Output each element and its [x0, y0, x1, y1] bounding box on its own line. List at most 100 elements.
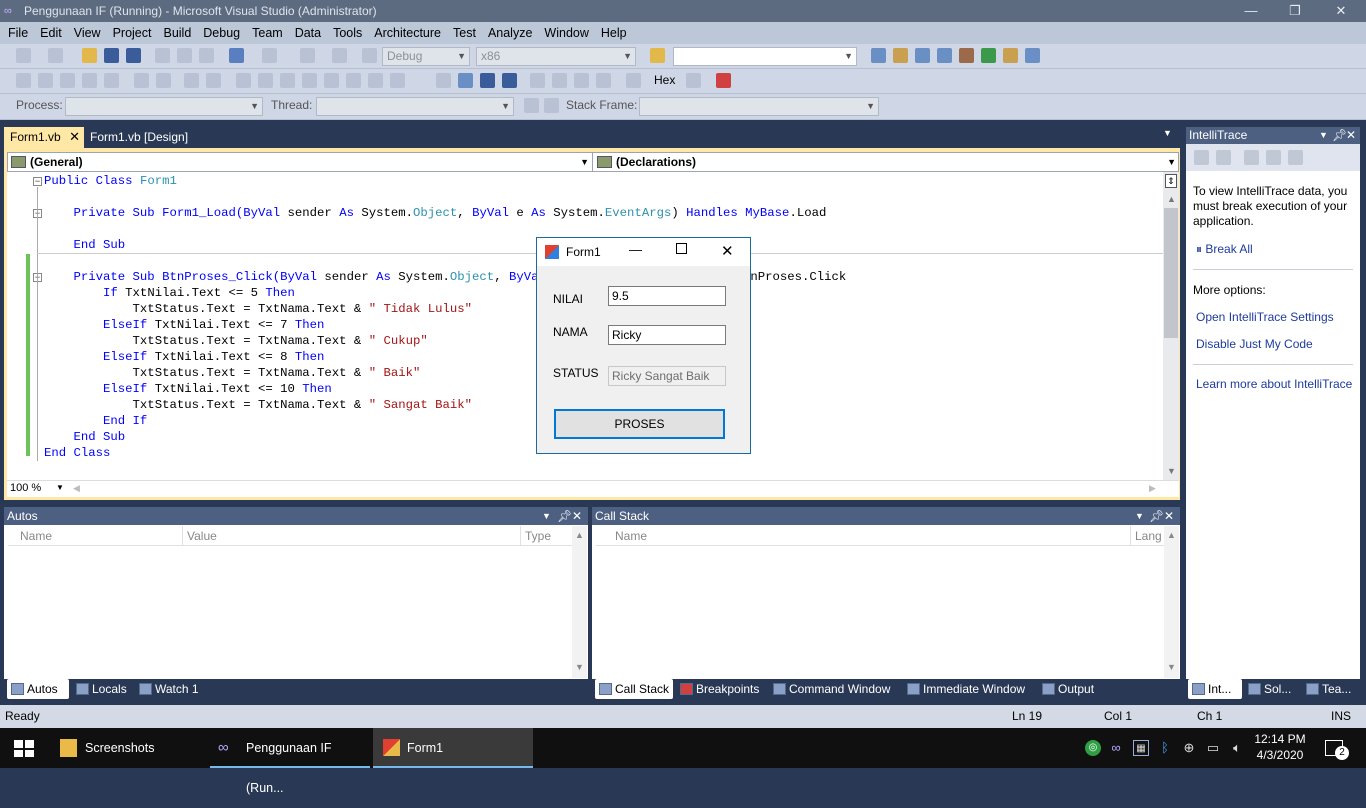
method-name-dropdown[interactable]: (Declarations) ▼	[594, 153, 1179, 171]
tray-network-monitor-icon[interactable]: ▦	[1133, 740, 1149, 756]
menu-team[interactable]: Team	[246, 22, 289, 44]
toolbar-icon[interactable]	[1216, 150, 1231, 165]
bookmark-icon[interactable]	[280, 73, 295, 88]
nilai-input[interactable]: 9.5	[608, 286, 726, 306]
platform-dropdown[interactable]: x86 ▼	[476, 47, 636, 66]
toolbar-icon[interactable]	[60, 73, 75, 88]
toolbar-icon[interactable]	[1288, 150, 1303, 165]
tab-breakpoints[interactable]: Breakpoints	[676, 679, 768, 699]
bookmark-icon[interactable]	[368, 73, 383, 88]
menu-window[interactable]: Window	[538, 22, 594, 44]
scroll-left-icon[interactable]: ◀	[73, 483, 80, 494]
step-over-icon[interactable]	[574, 73, 589, 88]
tab-locals[interactable]: Locals	[72, 679, 134, 699]
tray-visual-studio-icon[interactable]: ∞	[1108, 740, 1124, 756]
team-explorer-icon[interactable]	[1003, 48, 1018, 63]
zoom-level[interactable]: 100 %	[10, 482, 41, 494]
column-name[interactable]: Name	[615, 526, 647, 546]
tab-form1-design[interactable]: Form1.vb [Design]	[88, 127, 188, 148]
menu-test[interactable]: Test	[447, 22, 482, 44]
column-name[interactable]: Name	[20, 526, 52, 546]
scroll-up-icon[interactable]: ▲	[1167, 194, 1176, 204]
redo-icon[interactable]	[262, 48, 277, 63]
power-icon[interactable]: ▭	[1205, 740, 1221, 756]
toolbar-icon[interactable]	[16, 73, 31, 88]
scroll-up-icon[interactable]: ▲	[1167, 530, 1176, 540]
class-name-dropdown[interactable]: (General) ▼	[8, 153, 593, 171]
pin-icon[interactable]: 📌︎	[557, 507, 572, 525]
scroll-down-icon[interactable]: ▼	[1167, 466, 1176, 476]
volume-icon[interactable]: 🔈︎	[1229, 740, 1245, 756]
menu-architecture[interactable]: Architecture	[368, 22, 447, 44]
step-into-icon[interactable]	[552, 73, 567, 88]
column-language[interactable]: Lang	[1130, 526, 1164, 546]
close-icon[interactable]: ✕	[1164, 507, 1174, 525]
tab-solution-explorer[interactable]: Sol...	[1244, 679, 1300, 699]
break-all-link[interactable]: ⏸︎ Break All	[1196, 242, 1253, 257]
tab-team-explorer[interactable]: Tea...	[1302, 679, 1360, 699]
toolbar-icon[interactable]	[104, 73, 119, 88]
chevron-down-icon[interactable]: ▼	[1319, 127, 1328, 144]
menu-data[interactable]: Data	[289, 22, 327, 44]
autos-scrollbar[interactable]: ▲ ▼	[572, 526, 587, 678]
toolbar-icon[interactable]	[1244, 150, 1259, 165]
stop-debugging-icon[interactable]	[480, 73, 495, 88]
scroll-thumb[interactable]	[1164, 208, 1178, 338]
menu-edit[interactable]: Edit	[34, 22, 68, 44]
stack-frame-dropdown[interactable]: ▼	[639, 97, 879, 116]
properties-icon[interactable]	[893, 48, 908, 63]
paste-icon[interactable]	[199, 48, 214, 63]
flag-threads-icon[interactable]	[544, 98, 559, 113]
pin-icon[interactable]: 📌︎	[1332, 127, 1347, 144]
uncomment-icon[interactable]	[206, 73, 221, 88]
maximize-icon[interactable]	[676, 243, 687, 254]
new-project-icon[interactable]	[16, 48, 31, 63]
minimize-icon[interactable]: —	[629, 242, 642, 257]
open-file-icon[interactable]	[82, 48, 97, 63]
toolbar-icon[interactable]	[1266, 150, 1281, 165]
step-out-icon[interactable]	[596, 73, 611, 88]
bookmark-icon[interactable]	[324, 73, 339, 88]
outdent-icon[interactable]	[156, 73, 171, 88]
learn-more-link[interactable]: Learn more about IntelliTrace	[1196, 377, 1352, 391]
navigate-backward-icon[interactable]	[300, 48, 315, 63]
tab-command-window[interactable]: Command Window	[769, 679, 901, 699]
tab-watch-1[interactable]: Watch 1	[135, 679, 207, 699]
bluetooth-icon[interactable]: ᛒ	[1157, 740, 1173, 756]
menu-tools[interactable]: Tools	[327, 22, 368, 44]
taskbar-item-visual-studio[interactable]: ∞ Penggunaan IF (Run...	[210, 728, 370, 795]
nama-input[interactable]: Ricky	[608, 325, 726, 345]
bookmark-icon[interactable]	[302, 73, 317, 88]
start-icon[interactable]	[362, 48, 377, 63]
proses-button[interactable]: PROSES	[554, 409, 725, 439]
globe-icon[interactable]: ⊕	[1181, 740, 1197, 756]
clock[interactable]: 12:14 PM 4/3/2020	[1250, 731, 1310, 763]
tab-call-stack[interactable]: Call Stack	[595, 679, 673, 699]
tray-app-icon[interactable]: ◎	[1085, 740, 1101, 756]
menu-view[interactable]: View	[68, 22, 107, 44]
process-dropdown[interactable]: ▼	[65, 97, 263, 116]
toolbar-icon[interactable]	[38, 73, 53, 88]
open-settings-link[interactable]: Open IntelliTrace Settings	[1196, 310, 1334, 324]
bookmark-icon[interactable]	[236, 73, 251, 88]
solution-config-dropdown[interactable]: Debug ▼	[382, 47, 470, 66]
scroll-up-icon[interactable]: ▲	[575, 530, 584, 540]
close-button[interactable]: ✕	[1318, 0, 1364, 22]
cut-icon[interactable]	[155, 48, 170, 63]
close-tab-icon[interactable]: ✕	[69, 127, 80, 147]
scroll-down-icon[interactable]: ▼	[1167, 662, 1176, 672]
breakpoints-icon[interactable]	[716, 73, 731, 88]
close-icon[interactable]: ✕	[572, 507, 582, 525]
find-in-files-icon[interactable]	[650, 48, 665, 63]
tab-autos[interactable]: Autos	[7, 679, 69, 699]
quickwatch-icon[interactable]	[626, 73, 641, 88]
break-all-icon[interactable]	[458, 73, 473, 88]
toolbox-icon[interactable]	[937, 48, 952, 63]
menu-project[interactable]: Project	[107, 22, 158, 44]
scroll-down-icon[interactable]: ▼	[575, 662, 584, 672]
editor-vertical-scrollbar[interactable]: ⇕ ▲ ▼	[1163, 172, 1179, 482]
continue-icon[interactable]	[436, 73, 451, 88]
find-combo[interactable]: ▼	[673, 47, 857, 66]
minimize-button[interactable]: —	[1228, 0, 1274, 22]
tab-form1-vb[interactable]: Form1.vb ✕	[4, 127, 84, 148]
